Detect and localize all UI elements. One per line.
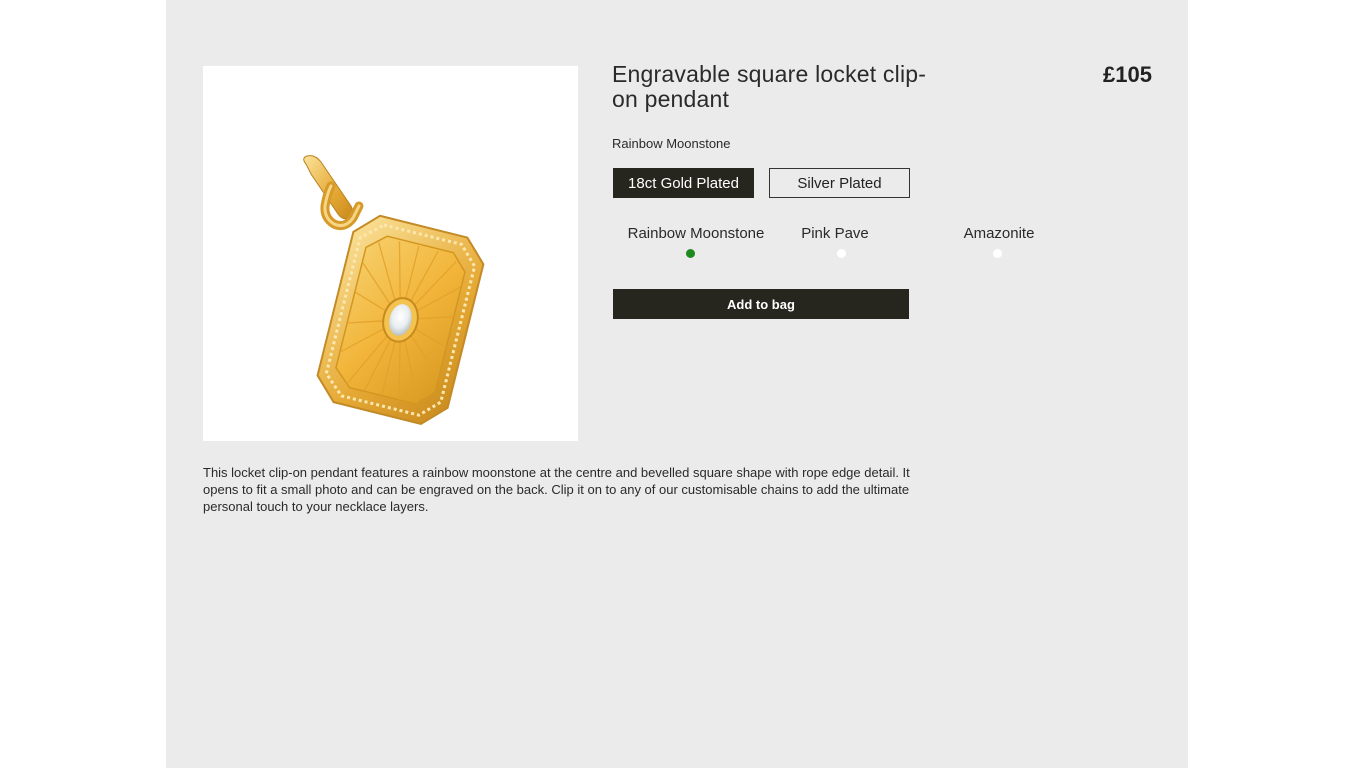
product-title: Engravable square locket clip-on pendant: [612, 61, 927, 112]
product-page: Engravable square locket clip-on pendant…: [166, 0, 1188, 768]
unselected-indicator-dot: [993, 249, 1002, 258]
selected-variant-label: Rainbow Moonstone: [612, 136, 731, 151]
add-to-bag-button[interactable]: Add to bag: [613, 289, 909, 319]
stone-option-label: Rainbow Moonstone: [627, 225, 765, 242]
finish-option-silver-plated[interactable]: Silver Plated: [769, 168, 910, 198]
finish-option-gold-plated[interactable]: 18ct Gold Plated: [613, 168, 754, 198]
stone-option-label: Pink Pave: [801, 225, 869, 242]
product-price: £105: [1103, 62, 1152, 87]
product-image: [203, 66, 578, 441]
product-description: This locket clip-on pendant features a r…: [203, 465, 910, 514]
selected-indicator-dot: [686, 249, 695, 258]
unselected-indicator-dot: [837, 249, 846, 258]
stone-option-pink-pave[interactable]: Pink Pave: [792, 225, 878, 258]
stone-option-label: Amazonite: [963, 225, 1035, 242]
stone-option-amazonite[interactable]: Amazonite: [956, 225, 1042, 258]
stone-option-rainbow-moonstone[interactable]: Rainbow Moonstone: [627, 225, 765, 258]
gold-locket-pendant-icon: [303, 155, 485, 425]
